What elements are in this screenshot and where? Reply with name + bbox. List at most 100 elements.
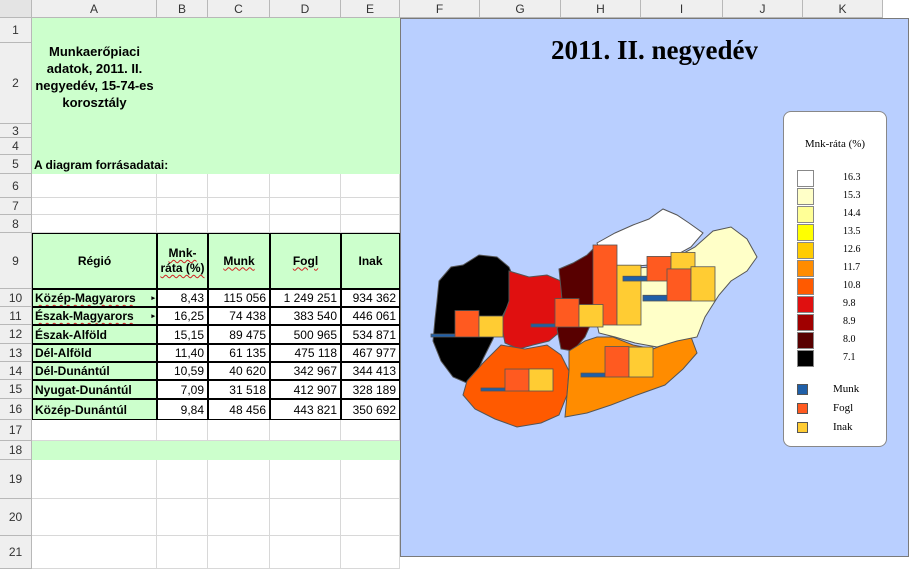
row-header-5[interactable]: 5 bbox=[0, 155, 32, 174]
table-cell-rate[interactable]: 8,43 bbox=[157, 289, 208, 307]
table-cell-inak[interactable]: 350 692 bbox=[341, 399, 400, 420]
table-cell-fogl[interactable]: 475 118 bbox=[270, 344, 341, 362]
empty-cell[interactable] bbox=[270, 215, 341, 233]
select-all-corner[interactable] bbox=[0, 0, 32, 18]
empty-cell[interactable] bbox=[208, 198, 270, 215]
empty-cell[interactable] bbox=[270, 499, 341, 536]
table-cell-rate[interactable]: 16,25 bbox=[157, 307, 208, 325]
row-header-1[interactable]: 1 bbox=[0, 18, 32, 43]
empty-cell[interactable] bbox=[208, 420, 270, 441]
table-cell-munk[interactable]: 115 056 bbox=[208, 289, 270, 307]
column-header-k[interactable]: K bbox=[803, 0, 883, 18]
empty-cell[interactable] bbox=[157, 460, 208, 499]
table-cell-fogl[interactable]: 342 967 bbox=[270, 362, 341, 380]
table-cell-inak[interactable]: 328 189 bbox=[341, 380, 400, 399]
table-cell-fogl[interactable]: 443 821 bbox=[270, 399, 341, 420]
table-header-munk[interactable]: Munk bbox=[208, 233, 270, 289]
table-cell-fogl[interactable]: 1 249 251 bbox=[270, 289, 341, 307]
table-cell-fogl[interactable]: 412 907 bbox=[270, 380, 341, 399]
row-header-14[interactable]: 14 bbox=[0, 362, 32, 380]
map-chart[interactable]: 2011. II. negyedév Mnk-ráta (%) 16.3 15.3… bbox=[400, 18, 909, 557]
empty-cell[interactable] bbox=[208, 460, 270, 499]
table-header-inak[interactable]: Inak bbox=[341, 233, 400, 289]
table-row-region[interactable]: Közép-Magyarors ▸ bbox=[32, 289, 157, 307]
table-cell-rate[interactable]: 10,59 bbox=[157, 362, 208, 380]
row-header-17[interactable]: 17 bbox=[0, 420, 32, 441]
empty-cell[interactable] bbox=[208, 215, 270, 233]
empty-cell[interactable] bbox=[157, 215, 208, 233]
row-header-10[interactable]: 10 bbox=[0, 289, 32, 307]
table-cell-fogl[interactable]: 500 965 bbox=[270, 325, 341, 344]
table-header-fogl[interactable]: Fogl bbox=[270, 233, 341, 289]
row-header-19[interactable]: 19 bbox=[0, 460, 32, 499]
empty-cell[interactable] bbox=[270, 198, 341, 215]
table-header-rate[interactable]: Mnk-ráta (%) bbox=[157, 233, 208, 289]
empty-cell[interactable] bbox=[32, 536, 157, 569]
table-cell-inak[interactable]: 534 871 bbox=[341, 325, 400, 344]
row-header-9[interactable]: 9 bbox=[0, 233, 32, 289]
table-row-region[interactable]: Észak-Magyarors ▸ bbox=[32, 307, 157, 325]
row-header-4[interactable]: 4 bbox=[0, 138, 32, 155]
empty-cell[interactable] bbox=[270, 536, 341, 569]
empty-cell[interactable] bbox=[270, 460, 341, 499]
table-cell-munk[interactable]: 31 518 bbox=[208, 380, 270, 399]
empty-cell[interactable] bbox=[270, 420, 341, 441]
empty-cell[interactable] bbox=[32, 174, 157, 198]
empty-cell[interactable] bbox=[32, 420, 157, 441]
empty-cell[interactable] bbox=[341, 215, 400, 233]
table-row-region[interactable]: Dél-Alföld bbox=[32, 344, 157, 362]
row-header-6[interactable]: 6 bbox=[0, 174, 32, 198]
empty-cell[interactable] bbox=[208, 499, 270, 536]
empty-cell[interactable] bbox=[341, 420, 400, 441]
column-header-g[interactable]: G bbox=[480, 0, 561, 18]
column-header-f[interactable]: F bbox=[400, 0, 480, 18]
column-header-i[interactable]: I bbox=[641, 0, 723, 18]
empty-cell[interactable] bbox=[341, 499, 400, 536]
row-header-20[interactable]: 20 bbox=[0, 499, 32, 536]
table-row-region[interactable]: Nyugat-Dunántúl bbox=[32, 380, 157, 399]
column-header-j[interactable]: J bbox=[723, 0, 803, 18]
empty-cell[interactable] bbox=[157, 174, 208, 198]
column-header-c[interactable]: C bbox=[208, 0, 270, 18]
spreadsheet[interactable]: ABCDEFGHIJK 1 2 3 4 5 6 7 8 9 10 11 12 13 14 15 16 17 18 1… bbox=[0, 0, 921, 569]
table-cell-rate[interactable]: 9,84 bbox=[157, 399, 208, 420]
table-cell-rate[interactable]: 7,09 bbox=[157, 380, 208, 399]
column-header-d[interactable]: D bbox=[270, 0, 341, 18]
column-header-b[interactable]: B bbox=[157, 0, 208, 18]
row-header-11[interactable]: 11 bbox=[0, 307, 32, 325]
title-block[interactable]: Munkaerőpiaci adatok, 2011. II. negyedév… bbox=[32, 18, 157, 136]
table-row-region[interactable]: Közép-Dunántúl bbox=[32, 399, 157, 420]
empty-cell[interactable] bbox=[157, 420, 208, 441]
row-header-7[interactable]: 7 bbox=[0, 198, 32, 215]
row-header-13[interactable]: 13 bbox=[0, 344, 32, 362]
row-header-2[interactable]: 2 bbox=[0, 43, 32, 124]
empty-cell[interactable] bbox=[157, 198, 208, 215]
row-header-12[interactable]: 12 bbox=[0, 325, 32, 344]
table-row-region[interactable]: Dél-Dunántúl bbox=[32, 362, 157, 380]
row-header-16[interactable]: 16 bbox=[0, 399, 32, 420]
empty-cell[interactable] bbox=[208, 174, 270, 198]
row-header-21[interactable]: 21 bbox=[0, 536, 32, 569]
table-cell-inak[interactable]: 344 413 bbox=[341, 362, 400, 380]
column-header-h[interactable]: H bbox=[561, 0, 641, 18]
table-row-region[interactable]: Észak-Alföld bbox=[32, 325, 157, 344]
table-cell-inak[interactable]: 446 061 bbox=[341, 307, 400, 325]
table-cell-munk[interactable]: 40 620 bbox=[208, 362, 270, 380]
table-cell-munk[interactable]: 48 456 bbox=[208, 399, 270, 420]
table-cell-inak[interactable]: 934 362 bbox=[341, 289, 400, 307]
empty-cell[interactable] bbox=[32, 215, 157, 233]
row-header-3[interactable]: 3 bbox=[0, 124, 32, 138]
row-header-15[interactable]: 15 bbox=[0, 380, 32, 399]
row-header-18[interactable]: 18 bbox=[0, 441, 32, 460]
empty-cell[interactable] bbox=[157, 536, 208, 569]
table-cell-fogl[interactable]: 383 540 bbox=[270, 307, 341, 325]
table-header-region[interactable]: Régió bbox=[32, 233, 157, 289]
table-cell-munk[interactable]: 89 475 bbox=[208, 325, 270, 344]
empty-cell[interactable] bbox=[32, 198, 157, 215]
column-header-e[interactable]: E bbox=[341, 0, 400, 18]
empty-cell[interactable] bbox=[341, 460, 400, 499]
empty-cell[interactable] bbox=[32, 499, 157, 536]
empty-cell[interactable] bbox=[341, 536, 400, 569]
table-cell-rate[interactable]: 11,40 bbox=[157, 344, 208, 362]
column-header-a[interactable]: A bbox=[32, 0, 157, 18]
